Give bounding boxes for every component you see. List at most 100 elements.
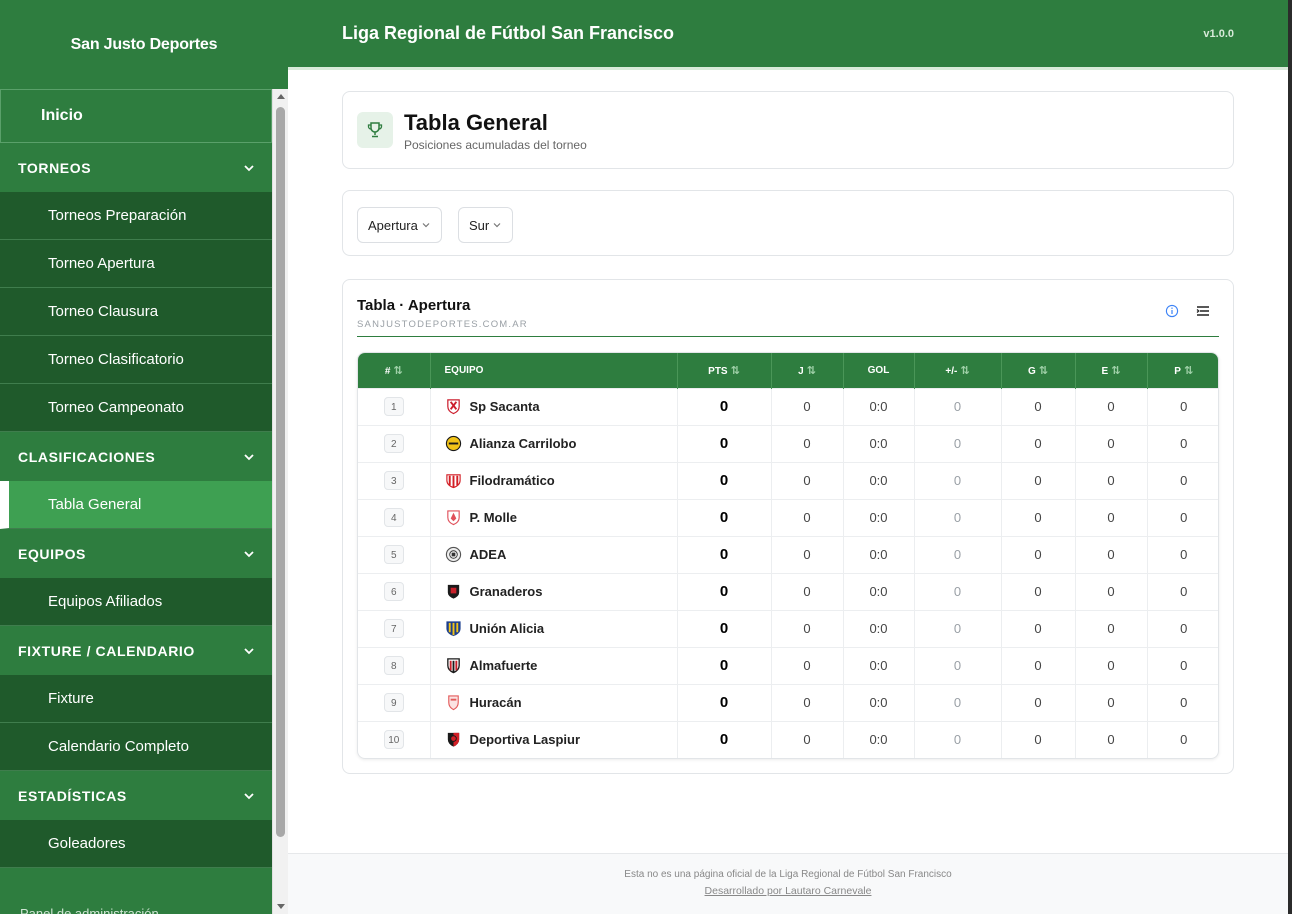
cell-team: Granaderos [430, 573, 678, 610]
sort-icon[interactable]: ⇅ [960, 365, 969, 377]
cell-j: 0 [771, 573, 844, 610]
cell-p: 0 [1180, 695, 1188, 710]
cell-p: 0 [1180, 584, 1188, 599]
cell-p: 0 [1180, 732, 1188, 748]
pos-badge: 3 [383, 471, 404, 490]
col-j-label: J [798, 365, 804, 377]
cell-pts: 0 [677, 721, 772, 758]
col-pos-label: # [384, 365, 391, 377]
scroll-up-icon[interactable] [277, 94, 285, 99]
sort-icon[interactable]: ⇅ [807, 365, 816, 377]
cell-pts: 0 [677, 610, 772, 647]
list-settings-icon[interactable] [1195, 303, 1211, 319]
cell-diff: 0 [914, 425, 1002, 462]
cell-j: 0 [771, 610, 844, 647]
sidebar-item-tabla-general[interactable]: Tabla General [0, 481, 272, 529]
table-row[interactable]: 10 Deportiva Laspiur 0 0 0:0 0 0 0 0 [358, 721, 1218, 758]
team-name: Granaderos [469, 584, 543, 600]
col-j[interactable]: J ⇅ [771, 353, 844, 388]
sidebar-item-torneo-apertura[interactable]: Torneo Apertura [0, 240, 272, 288]
table-row[interactable]: 1 Sp Sacanta 0 0 0:0 0 0 0 0 [358, 388, 1218, 425]
info-icon[interactable] [1165, 304, 1179, 318]
cell-j: 0 [771, 388, 844, 425]
sort-icon[interactable]: ⇅ [1039, 365, 1048, 377]
trophy-icon [357, 112, 393, 148]
page-title: Tabla General [404, 110, 548, 135]
sidebar-item-torneo-clausura[interactable]: Torneo Clausura [0, 288, 272, 336]
cell-g: 0 [1001, 721, 1076, 758]
cell-p: 0 [1180, 436, 1188, 451]
team-name: P. Molle [469, 510, 517, 526]
sidebar-item-fixture[interactable]: Fixture [0, 675, 272, 723]
cell-g: 0 [1001, 684, 1076, 721]
col-diff[interactable]: +/- ⇅ [914, 353, 1002, 388]
footer-credit-link[interactable]: Desarrollado por Lautaro Carnevale [288, 885, 1288, 897]
sort-icon[interactable]: ⇅ [1184, 365, 1193, 377]
table-row[interactable]: 6 Granaderos 0 0 0:0 0 0 0 0 [358, 573, 1218, 610]
table-row[interactable]: 7 Unión Alicia 0 0 0:0 0 0 0 0 [358, 610, 1218, 647]
cell-p: 0 [1180, 658, 1188, 673]
cell-pos: 6 [358, 573, 431, 610]
sidebar-section-fixture[interactable]: FIXTURE / CALENDARIO [0, 626, 272, 675]
team-name: Huracán [469, 695, 522, 711]
sidebar-item-torneos-preparacion[interactable]: Torneos Preparación [0, 192, 272, 240]
team-name: Alianza Carrilobo [469, 436, 577, 452]
cell-team: Deportiva Laspiur [430, 721, 678, 758]
table-row[interactable]: 8 Almafuerte 0 0 0:0 0 0 0 0 [358, 647, 1218, 684]
cell-e: 0 [1075, 536, 1148, 573]
col-e[interactable]: E ⇅ [1075, 353, 1148, 388]
sort-icon[interactable]: ⇅ [393, 365, 402, 377]
col-pts[interactable]: PTS ⇅ [677, 353, 772, 388]
cell-pos: 1 [358, 388, 431, 425]
sidebar-item-calendario-completo[interactable]: Calendario Completo [0, 723, 272, 771]
cell-diff: 0 [914, 499, 1002, 536]
cell-e: 0 [1075, 425, 1148, 462]
team-crest-icon [445, 474, 461, 489]
standings-site: SANJUSTODEPORTES.COM.AR [357, 319, 528, 330]
cell-g: 0 [1001, 647, 1076, 684]
sidebar-section-clasificaciones[interactable]: CLASIFICACIONES [0, 432, 272, 481]
cell-p: 0 [1180, 547, 1188, 562]
sidebar-item-admin[interactable]: Panel de administración [20, 906, 159, 914]
col-gol-label: GOL [867, 364, 890, 376]
table-row[interactable]: 9 Huracán 0 0 0:0 0 0 0 0 [358, 684, 1218, 721]
col-p[interactable]: P ⇅ [1147, 353, 1218, 388]
sort-icon[interactable]: ⇅ [731, 365, 740, 377]
col-g[interactable]: G ⇅ [1001, 353, 1076, 388]
table-row[interactable]: 3 Filodramático 0 0 0:0 0 0 0 0 [358, 462, 1218, 499]
cell-g: 0 [1001, 499, 1076, 536]
table-row[interactable]: 5 ADEA 0 0 0:0 0 0 0 0 [358, 536, 1218, 573]
sort-icon[interactable]: ⇅ [1111, 365, 1120, 377]
sidebar-section-estadisticas[interactable]: ESTADÍSTICAS [0, 771, 272, 820]
cell-p: 0 [1180, 399, 1188, 414]
cell-e: 0 [1075, 610, 1148, 647]
cell-gol: 0:0 [843, 388, 915, 425]
sidebar-item-torneo-campeonato[interactable]: Torneo Campeonato [0, 384, 272, 432]
cell-pts: 0 [677, 499, 772, 536]
sidebar-item-inicio[interactable]: Inicio [0, 89, 272, 143]
footer-disclaimer: Esta no es una página oficial de la Liga… [624, 869, 952, 880]
sidebar-section-equipos[interactable]: EQUIPOS [0, 529, 272, 578]
cell-diff: 0 [914, 573, 1002, 610]
sidebar-section-torneos[interactable]: TORNEOS [0, 143, 272, 192]
pos-badge: 2 [383, 434, 404, 453]
col-pos[interactable]: # ⇅ [358, 353, 431, 388]
team-crest-icon [447, 695, 459, 711]
team-name: Unión Alicia [469, 621, 545, 637]
zone-select[interactable]: Sur [458, 207, 514, 243]
sidebar-brand[interactable]: San Justo Deportes [0, 0, 288, 90]
cell-pts: 0 [677, 573, 772, 610]
sidebar-item-torneo-clasificatorio[interactable]: Torneo Clasificatorio [0, 336, 272, 384]
sidebar-scroll-thumb[interactable] [276, 107, 285, 837]
sidebar-scrollbar[interactable] [272, 89, 288, 914]
scroll-down-icon[interactable] [277, 904, 285, 909]
sidebar-item-goleadores[interactable]: Goleadores [0, 820, 272, 868]
tournament-select[interactable]: Apertura [357, 207, 442, 243]
sidebar-item-equipos-afiliados[interactable]: Equipos Afiliados [0, 578, 272, 626]
table-row[interactable]: 2 Alianza Carrilobo 0 0 0:0 0 0 0 0 [358, 425, 1218, 462]
cell-j: 0 [771, 462, 844, 499]
table-row[interactable]: 4 P. Molle 0 0 0:0 0 0 0 0 [358, 499, 1218, 536]
cell-j: 0 [771, 499, 844, 536]
cell-e: 0 [1075, 388, 1148, 425]
cell-pos: 10 [358, 721, 431, 758]
